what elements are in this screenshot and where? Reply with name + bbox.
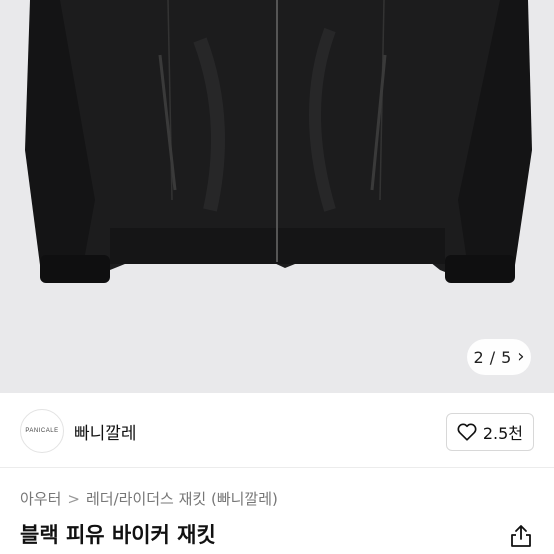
breadcrumb-category[interactable]: 아우터 — [20, 488, 61, 509]
like-count: 2.5천 — [482, 424, 523, 443]
breadcrumb: 아우터 > 레더/라이더스 재킷 (빠니깔레) — [20, 488, 278, 509]
breadcrumb-subcategory[interactable]: 레더/라이더스 재킷 (빠니깔레) — [86, 488, 278, 509]
jacket-image — [25, 0, 532, 283]
like-button[interactable]: 2.5천 — [445, 413, 534, 451]
total-image-number: 5 — [501, 347, 512, 367]
heart-icon — [457, 423, 477, 441]
product-photo[interactable]: 2 / 5 › — [0, 0, 554, 393]
counter-separator: / — [489, 347, 496, 367]
seller-name[interactable]: 빠니깔레 — [74, 419, 137, 444]
share-icon[interactable] — [510, 524, 532, 548]
image-counter[interactable]: 2 / 5 › — [467, 339, 531, 375]
seller-avatar[interactable]: PANICALE — [20, 409, 64, 453]
seller-row[interactable]: PANICALE 빠니깔레 2.5천 — [0, 393, 554, 468]
avatar-logo-text: PANICALE — [25, 428, 59, 434]
product-title: 블랙 피유 바이커 재킷 — [20, 523, 216, 547]
breadcrumb-separator: > — [67, 489, 80, 508]
current-image-number: 2 — [473, 347, 484, 367]
chevron-right-icon: › — [517, 346, 525, 367]
